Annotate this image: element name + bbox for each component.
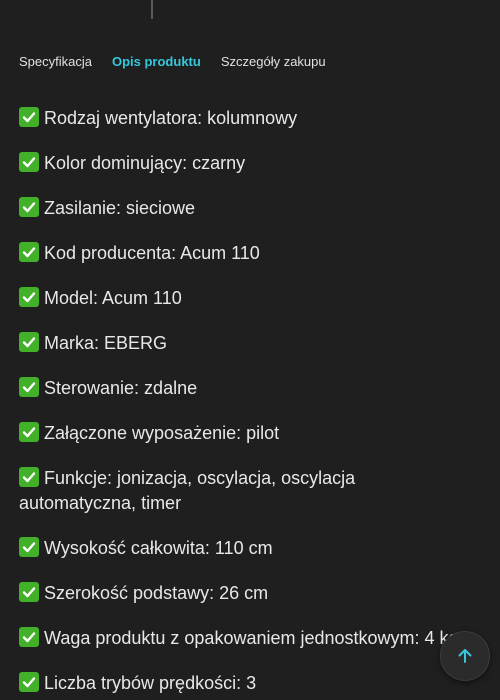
feature-item: Rodzaj wentylatora: kolumnowy: [19, 106, 469, 131]
scroll-to-top-button[interactable]: [440, 631, 490, 681]
tab-product-description[interactable]: Opis produktu: [112, 53, 201, 71]
product-tabs: Specyfikacja Opis produktu Szczegóły zak…: [19, 53, 346, 71]
check-mark-icon: [19, 197, 39, 217]
check-mark-icon: [19, 422, 39, 442]
feature-text: Waga produktu z opakowaniem jednostkowym…: [44, 628, 459, 648]
check-mark-icon: [19, 332, 39, 352]
feature-item: Liczba trybów prędkości: 3: [19, 671, 469, 696]
check-mark-icon: [19, 627, 39, 647]
feature-item: Kolor dominujący: czarny: [19, 151, 469, 176]
feature-item: Załączone wyposażenie: pilot: [19, 421, 469, 446]
feature-text: Funkcje: jonizacja, oscylacja, oscylacja…: [19, 468, 356, 513]
feature-text: Marka: EBERG: [44, 333, 168, 353]
arrow-up-icon: [458, 649, 472, 663]
feature-item: Zasilanie: sieciowe: [19, 196, 469, 221]
feature-item: Marka: EBERG: [19, 331, 469, 356]
feature-item: Szerokość podstawy: 26 cm: [19, 581, 469, 606]
check-mark-icon: [19, 672, 39, 692]
feature-text: Liczba trybów prędkości: 3: [44, 673, 257, 693]
check-mark-icon: [19, 377, 39, 397]
check-mark-icon: [19, 582, 39, 602]
top-divider: [151, 0, 153, 19]
feature-text: Sterowanie: zdalne: [44, 378, 198, 398]
feature-item: Funkcje: jonizacja, oscylacja, oscylacja…: [19, 466, 469, 516]
feature-item: Sterowanie: zdalne: [19, 376, 469, 401]
feature-item: Model: Acum 110: [19, 286, 469, 311]
check-mark-icon: [19, 152, 39, 172]
feature-text: Szerokość podstawy: 26 cm: [44, 583, 269, 603]
feature-text: Kod producenta: Acum 110: [44, 243, 260, 263]
feature-text: Wysokość całkowita: 110 cm: [44, 538, 273, 558]
check-mark-icon: [19, 537, 39, 557]
check-mark-icon: [19, 242, 39, 262]
feature-text: Model: Acum 110: [44, 288, 182, 308]
feature-item: Waga produktu z opakowaniem jednostkowym…: [19, 626, 469, 651]
feature-text: Kolor dominujący: czarny: [44, 153, 246, 173]
check-mark-icon: [19, 287, 39, 307]
feature-text: Zasilanie: sieciowe: [44, 198, 196, 218]
product-description-page: Specyfikacja Opis produktu Szczegóły zak…: [0, 0, 500, 700]
feature-list: Rodzaj wentylatora: kolumnowy Kolor domin…: [19, 106, 469, 700]
tab-purchase-details[interactable]: Szczegóły zakupu: [221, 53, 326, 71]
feature-text: Rodzaj wentylatora: kolumnowy: [44, 108, 298, 128]
check-mark-icon: [19, 107, 39, 127]
tab-specification[interactable]: Specyfikacja: [19, 53, 92, 71]
check-mark-icon: [19, 467, 39, 487]
feature-item: Wysokość całkowita: 110 cm: [19, 536, 469, 561]
feature-item: Kod producenta: Acum 110: [19, 241, 469, 266]
feature-text: Załączone wyposażenie: pilot: [44, 423, 280, 443]
